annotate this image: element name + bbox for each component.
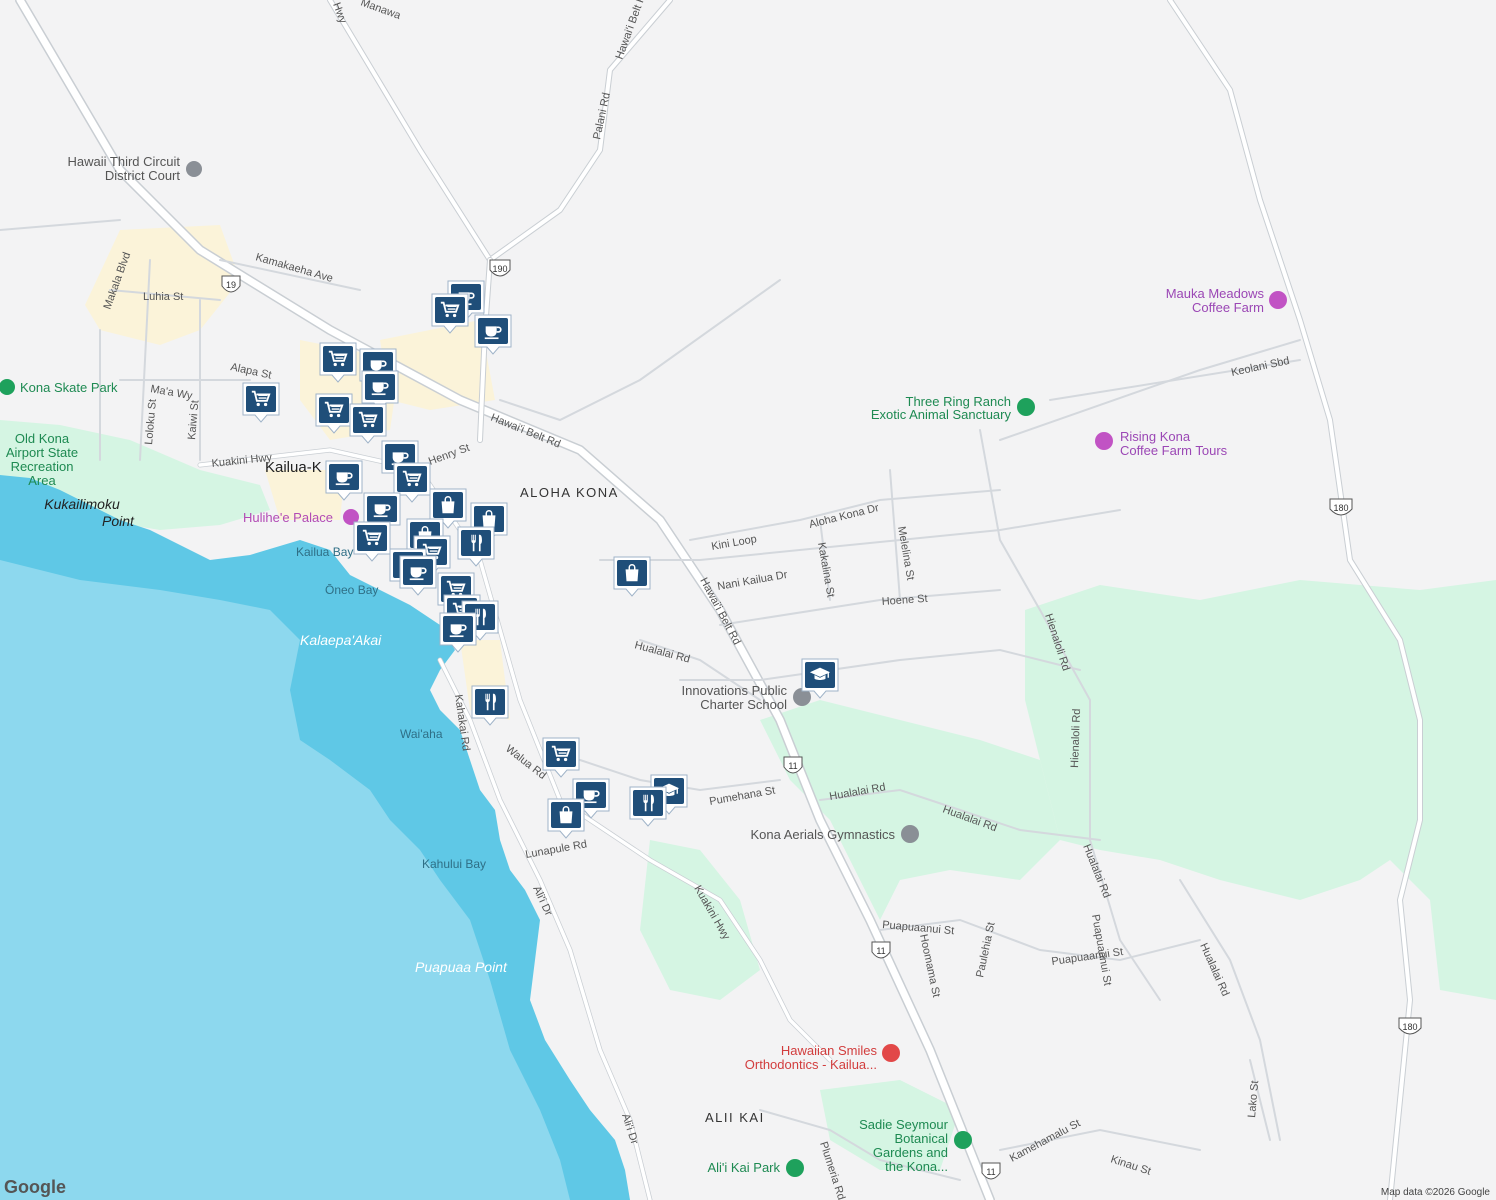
road-label: Luhia St — [143, 291, 183, 303]
water-label-puapuaa: Puapuaa Point — [415, 959, 508, 975]
svg-text:Ali'i Kai Park: Ali'i Kai Park — [707, 1160, 780, 1175]
svg-text:Rising Kona: Rising Kona — [1120, 429, 1191, 444]
svg-text:Mauka Meadows: Mauka Meadows — [1166, 286, 1265, 301]
area-label-alii-kai: ALII KAI — [705, 1110, 765, 1125]
svg-text:Hawaiian Smiles: Hawaiian Smiles — [781, 1043, 878, 1058]
svg-text:Innovations Public: Innovations Public — [681, 683, 787, 698]
svg-text:the Kona...: the Kona... — [885, 1159, 948, 1174]
water-label-kailua-bay: Kailua Bay — [296, 545, 353, 559]
camera-icon — [1095, 432, 1113, 450]
courthouse-icon — [186, 161, 202, 177]
water-label-kukailimoku: Kukailimoku — [44, 496, 120, 512]
svg-text:11: 11 — [986, 1167, 995, 1177]
svg-text:Old Kona: Old Kona — [15, 431, 70, 446]
route-shield-180a: 180 — [1329, 498, 1353, 516]
route-shield-11c: 11 — [981, 1162, 1001, 1180]
tree-icon — [786, 1159, 804, 1177]
svg-text:Hawaii Third Circuit: Hawaii Third Circuit — [68, 154, 181, 169]
svg-text:180: 180 — [1402, 1022, 1417, 1032]
svg-text:19: 19 — [226, 280, 236, 290]
water-label-kalaepa: Kalaepa'Akai — [300, 632, 382, 648]
svg-text:190: 190 — [492, 264, 507, 274]
svg-text:Sadie Seymour: Sadie Seymour — [859, 1117, 949, 1132]
flower-icon — [954, 1131, 972, 1149]
svg-text:Hulihe'e Palace: Hulihe'e Palace — [243, 510, 333, 525]
svg-text:District Court: District Court — [105, 168, 181, 183]
water-label-waiaha: Wai'aha — [400, 727, 443, 741]
camera-icon — [1269, 291, 1287, 309]
svg-text:Charter School: Charter School — [700, 697, 787, 712]
town-label-kailua: Kailua-K — [265, 459, 322, 476]
route-shield-11a: 11 — [783, 756, 803, 774]
svg-text:Kona Aerials Gymnastics: Kona Aerials Gymnastics — [750, 827, 895, 842]
route-shield-190: 190 — [489, 259, 511, 277]
poi-kona-aerials[interactable]: Kona Aerials Gymnastics — [750, 825, 919, 843]
medical-icon — [882, 1044, 900, 1062]
water-label-kukailimoku-2: Point — [102, 513, 135, 529]
map-attribution[interactable]: Map data ©2026 Google — [1381, 1187, 1490, 1198]
svg-text:Orthodontics - Kailua...: Orthodontics - Kailua... — [745, 1057, 877, 1072]
svg-text:Coffee Farm Tours: Coffee Farm Tours — [1120, 443, 1228, 458]
svg-text:Kona Skate Park: Kona Skate Park — [20, 380, 118, 395]
svg-text:11: 11 — [876, 946, 885, 956]
area-label-aloha-kona: ALOHA KONA — [520, 485, 619, 500]
svg-text:Airport State: Airport State — [6, 445, 78, 460]
water-label-oneo-bay: Ōneo Bay — [325, 583, 378, 597]
map-canvas[interactable]: 190 19 11 11 11 180 180 Palani Rd Hawai'… — [0, 0, 1496, 1200]
svg-text:Recreation: Recreation — [11, 459, 74, 474]
svg-text:180: 180 — [1333, 503, 1348, 513]
svg-text:Botanical: Botanical — [895, 1131, 949, 1146]
route-shield-180b: 180 — [1398, 1017, 1422, 1035]
route-shield-19: 19 — [221, 275, 241, 293]
water-label-kahului-bay: Kahului Bay — [422, 857, 486, 871]
svg-text:Area: Area — [28, 473, 56, 488]
google-logo: Google — [4, 1177, 66, 1197]
svg-text:Coffee Farm: Coffee Farm — [1192, 300, 1264, 315]
poi-alii-kai-park[interactable]: Ali'i Kai Park — [707, 1159, 804, 1177]
route-shield-11b: 11 — [871, 941, 891, 959]
svg-text:Gardens and: Gardens and — [873, 1145, 948, 1160]
gym-icon — [901, 825, 919, 843]
svg-text:11: 11 — [788, 761, 797, 771]
svg-text:Exotic Animal Sanctuary: Exotic Animal Sanctuary — [871, 407, 1012, 422]
paw-icon — [1017, 398, 1035, 416]
road-label: Hienaloli Rd — [1069, 708, 1083, 768]
